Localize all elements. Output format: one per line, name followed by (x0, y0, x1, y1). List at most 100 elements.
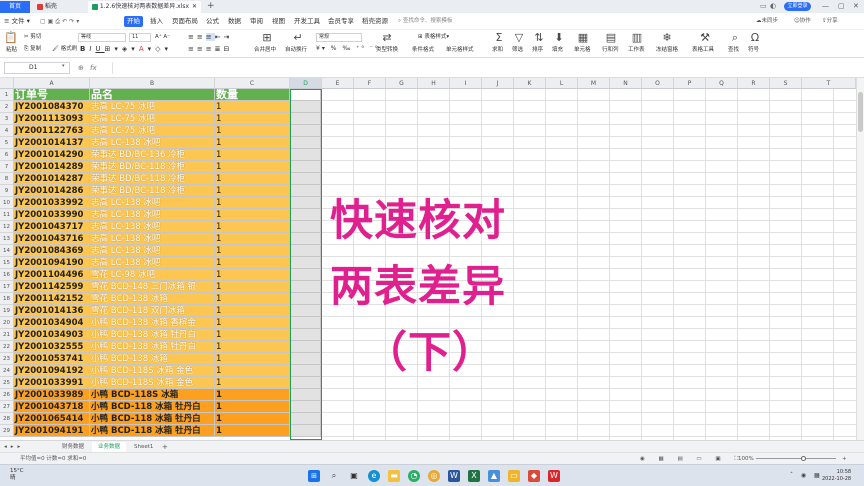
qty-cell[interactable]: 1 (215, 161, 290, 173)
explorer-icon[interactable]: ▬ (388, 470, 400, 482)
row-header[interactable]: 22 (0, 341, 14, 353)
row-header[interactable]: 11 (0, 209, 14, 221)
add-sheet-button[interactable]: + (162, 442, 168, 452)
find-button[interactable]: 查找 (728, 46, 739, 54)
product-cell[interactable]: 小鸭 BCD-118 冰箱 牡丹白 (90, 425, 215, 437)
row-header[interactable]: 2 (0, 101, 14, 113)
qty-cell[interactable]: 1 (215, 245, 290, 257)
row-header[interactable]: 1 (0, 89, 14, 101)
header-cell-order[interactable]: 订单号 (14, 89, 90, 101)
order-cell[interactable]: JY2001122763 (14, 125, 90, 137)
column-header-r[interactable]: R (738, 78, 770, 89)
qty-cell[interactable]: 1 (215, 281, 290, 293)
sync-status[interactable]: ☁未同步 (756, 16, 778, 27)
sum-icon[interactable]: Σ (492, 32, 506, 44)
skin-icon[interactable]: ◐ (770, 1, 776, 12)
order-cell[interactable]: JY2001142599 (14, 281, 90, 293)
vertical-scrollbar[interactable] (856, 78, 864, 440)
symbol-button[interactable]: 符号 (748, 46, 759, 54)
sum-button[interactable]: 求和 (492, 46, 503, 54)
qty-cell[interactable]: 1 (215, 377, 290, 389)
product-cell[interactable]: 志高 LC-138 冰吧 (90, 233, 215, 245)
table-style-button[interactable]: ⊞ 表格样式▾ (418, 33, 449, 41)
qty-cell[interactable]: 1 (215, 353, 290, 365)
fill-button[interactable]: 填充 (552, 46, 563, 54)
row-header[interactable]: 29 (0, 425, 14, 437)
column-header-a[interactable]: A (14, 78, 90, 89)
menu-formula[interactable]: 公式 (206, 16, 219, 27)
row-header[interactable]: 17 (0, 281, 14, 293)
merge-icon[interactable]: ⊞ (260, 32, 274, 44)
row-header[interactable]: 19 (0, 305, 14, 317)
column-header-d[interactable]: D (290, 78, 322, 89)
menu-developer[interactable]: 开发工具 (294, 16, 320, 27)
column-header-f[interactable]: F (354, 78, 386, 89)
zoom-slider[interactable] (756, 458, 836, 459)
filter-button[interactable]: 筛选 (512, 46, 523, 54)
column-header-i[interactable]: I (450, 78, 482, 89)
app-icon[interactable]: ◆ (528, 470, 540, 482)
menu-review[interactable]: 审阅 (250, 16, 263, 27)
table-tools-button[interactable]: 表格工具 (692, 46, 714, 54)
row-header[interactable]: 12 (0, 221, 14, 233)
qty-cell[interactable]: 1 (215, 425, 290, 437)
column-header-l[interactable]: L (546, 78, 578, 89)
copy-button[interactable]: ⎘ 复制 (24, 45, 41, 53)
product-cell[interactable]: 志高 LC-138 冰吧 (90, 257, 215, 269)
freeze-button[interactable]: 冻结窗格 (656, 46, 678, 54)
order-cell[interactable]: JY2001014289 (14, 161, 90, 173)
qty-cell[interactable]: 1 (215, 209, 290, 221)
type-convert-button[interactable]: 类型转换 (376, 46, 398, 54)
wps-icon[interactable]: W (548, 470, 560, 482)
row-header[interactable]: 6 (0, 149, 14, 161)
tab-file[interactable]: 1.2.6快速核对两表数据差异.xlsx ✕ (88, 1, 201, 13)
row-header[interactable]: 5 (0, 137, 14, 149)
product-cell[interactable]: 志高 LC-138 冰吧 (90, 245, 215, 257)
word-icon[interactable]: W (448, 470, 460, 482)
product-cell[interactable]: 雪花 BCD-148 三门冰箱 银 (90, 281, 215, 293)
order-cell[interactable]: JY2001014137 (14, 137, 90, 149)
header-cell-product[interactable]: 品名 (90, 89, 215, 101)
qty-cell[interactable]: 1 (215, 173, 290, 185)
row-header[interactable]: 24 (0, 365, 14, 377)
login-button[interactable]: 立即登录 (784, 2, 811, 11)
close-icon[interactable]: ✕ (192, 1, 197, 12)
order-cell[interactable]: JY2001094190 (14, 257, 90, 269)
row-header[interactable]: 3 (0, 113, 14, 125)
product-cell[interactable]: 小鸭 BCD-138 冰箱 (90, 353, 215, 365)
column-header-p[interactable]: P (674, 78, 706, 89)
qty-cell[interactable]: 1 (215, 365, 290, 377)
order-cell[interactable]: JY2001142152 (14, 293, 90, 305)
qty-cell[interactable]: 1 (215, 413, 290, 425)
qty-cell[interactable]: 1 (215, 101, 290, 113)
freeze-icon[interactable]: ❄ (660, 32, 674, 44)
qty-cell[interactable]: 1 (215, 329, 290, 341)
qty-cell[interactable]: 1 (215, 257, 290, 269)
order-cell[interactable]: JY2001034903 (14, 329, 90, 341)
photos-icon[interactable]: ▲ (488, 470, 500, 482)
zoom-icon[interactable]: ⊕ (78, 62, 84, 74)
type-convert-icon[interactable]: ⇄ (380, 32, 394, 44)
product-cell[interactable]: 雪花 BCD-118 双门冰箱 (90, 305, 215, 317)
tray-icons[interactable]: ˆ ◉ ▦ (790, 472, 823, 479)
column-header-o[interactable]: O (642, 78, 674, 89)
cell-style-button[interactable]: 单元格样式 (446, 46, 474, 54)
qty-cell[interactable]: 1 (215, 233, 290, 245)
filter-icon[interactable]: ▽ (512, 32, 526, 44)
column-header-g[interactable]: G (386, 78, 418, 89)
order-cell[interactable]: JY2001104496 (14, 269, 90, 281)
product-cell[interactable]: 志高 LC-75 冰吧 (90, 125, 215, 137)
name-box[interactable]: D1 (4, 62, 70, 74)
product-cell[interactable]: 志高 LC-75 冰吧 (90, 101, 215, 113)
order-cell[interactable]: JY2001043718 (14, 401, 90, 413)
product-cell[interactable]: 志高 LC-75 冰吧 (90, 113, 215, 125)
header-cell-qty[interactable]: 数量 (215, 89, 290, 101)
qty-cell[interactable]: 1 (215, 113, 290, 125)
quick-access-icons[interactable]: ▢▣⎙↶↷▾ (40, 16, 81, 27)
row-header[interactable]: 14 (0, 245, 14, 257)
paste-icon[interactable]: 📋 (4, 32, 18, 44)
qty-cell[interactable]: 1 (215, 137, 290, 149)
qty-cell[interactable]: 1 (215, 389, 290, 401)
row-header[interactable]: 16 (0, 269, 14, 281)
order-cell[interactable]: JY2001033990 (14, 209, 90, 221)
